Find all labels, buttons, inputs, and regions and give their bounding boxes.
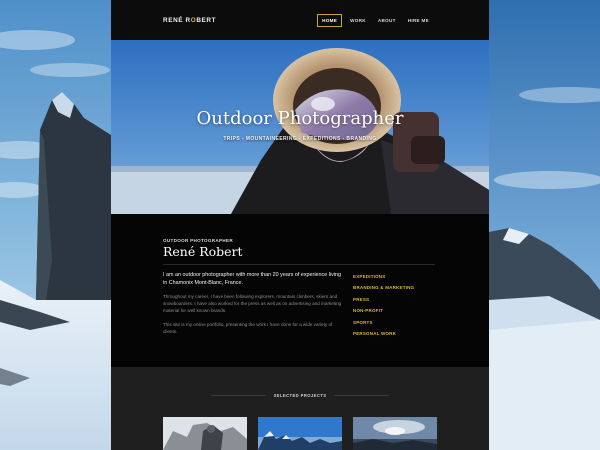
site-logo[interactable]: RENÉ ROBERT [163, 17, 216, 24]
heading-rule-right [334, 394, 389, 396]
selected-projects-section: SELECTED PROJECTS [111, 367, 489, 450]
main-menu: HOME WORK ABOUT HIRE ME [317, 13, 433, 27]
project-image-peaks [258, 417, 342, 450]
category-link-branding-marketing[interactable]: BRANDING & MARKETING [353, 285, 414, 296]
hero-subtitle: TRIPS - MOUNTAINEERING - EXPEDITIONS - B… [223, 136, 377, 142]
intro-name-heading: René Robert [163, 244, 243, 259]
nav-item-about[interactable]: ABOUT [374, 15, 400, 26]
project-image-clouds [353, 417, 437, 450]
category-link-sports[interactable]: SPORTS [353, 320, 414, 331]
intro-divider [163, 264, 435, 265]
intro-lead-text: I am an outdoor photographer with more t… [163, 272, 341, 287]
logo-text-first: RENÉ R [163, 16, 191, 24]
intro-kicker: OUTDOOR PHOTOGRAPHER [163, 238, 233, 243]
intro-body-text-2: This site is my online portfolio, presen… [163, 322, 333, 335]
project-image-climber [163, 417, 247, 450]
projects-heading-row: SELECTED PROJECTS [211, 391, 389, 399]
project-thumbnail-3[interactable] [353, 417, 437, 450]
backdrop-left-mountain [0, 0, 111, 450]
nav-item-home[interactable]: HOME [317, 13, 343, 27]
top-nav: RENÉ ROBERT HOME WORK ABOUT HIRE ME [111, 0, 489, 40]
heading-rule-left [211, 394, 266, 396]
nav-item-work[interactable]: WORK [346, 15, 370, 26]
intro-section: OUTDOOR PHOTOGRAPHER René Robert I am an… [111, 214, 489, 367]
hero-title: Outdoor Photographer [196, 108, 404, 129]
site-page: RENÉ ROBERT HOME WORK ABOUT HIRE ME Outd… [111, 0, 489, 450]
category-link-non-profit[interactable]: NON-PROFIT [353, 308, 414, 319]
backdrop-right-ridge [489, 0, 600, 450]
category-list: EXPEDITIONS BRANDING & MARKETING PRESS N… [353, 274, 414, 342]
projects-heading: SELECTED PROJECTS [273, 392, 327, 398]
category-link-press[interactable]: PRESS [353, 297, 414, 308]
logo-text-rest: BERT [196, 16, 217, 24]
hero-banner: Outdoor Photographer TRIPS - MOUNTAINEER… [111, 40, 489, 214]
project-thumbnail-1[interactable] [163, 417, 247, 450]
category-link-expeditions[interactable]: EXPEDITIONS [353, 274, 414, 285]
project-thumbnail-2[interactable] [258, 417, 342, 450]
category-link-personal-work[interactable]: PERSONAL WORK [353, 331, 414, 342]
intro-body-text-1: Throughout my career, I have been follow… [163, 294, 342, 314]
nav-item-hire-me[interactable]: HIRE ME [404, 15, 433, 26]
